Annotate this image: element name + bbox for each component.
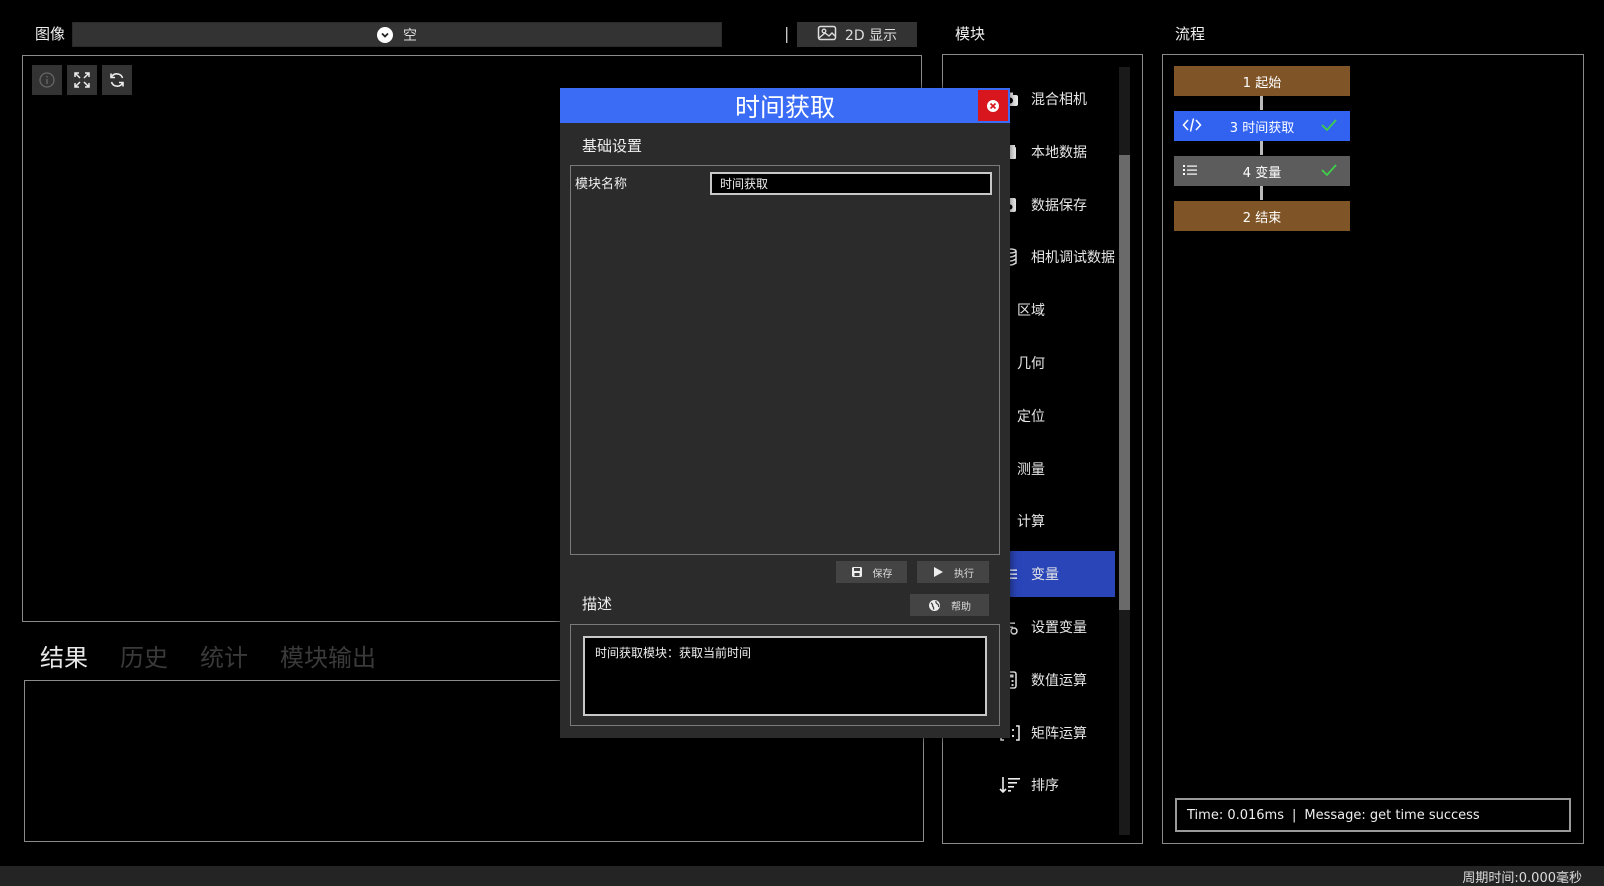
expand-icon — [74, 72, 90, 88]
flow-node-label: 3 时间获取 — [1229, 120, 1295, 136]
module-name-input[interactable]: 时间获取 — [710, 172, 992, 195]
code-icon — [1182, 117, 1202, 137]
tab-result[interactable]: 结果 — [40, 638, 88, 673]
flow-node-label: 4 变量 — [1242, 165, 1282, 181]
module-item-label: 数据保存 — [1031, 197, 1087, 214]
description-box: 时间获取模块：获取当前时间 — [570, 624, 1000, 726]
close-icon — [987, 99, 999, 112]
help-label: 帮助 — [951, 601, 971, 613]
status-separator: | — [1291, 807, 1297, 823]
info-button[interactable] — [32, 65, 62, 95]
module-item-label: 相机调试数据 — [1031, 250, 1115, 267]
info-icon — [39, 72, 55, 88]
module-item-label: 混合相机 — [1031, 92, 1087, 108]
play-icon — [934, 567, 943, 577]
save-label: 保存 — [872, 568, 893, 580]
fullscreen-button[interactable] — [67, 65, 97, 95]
save-icon — [851, 567, 862, 577]
module-item-label: 排序 — [1031, 778, 1059, 795]
basic-settings-title: 基础设置 — [582, 137, 643, 155]
refresh-icon — [110, 73, 124, 87]
chevron-down-icon — [377, 26, 393, 43]
list-icon — [1182, 162, 1198, 182]
toolbar-separator: | — [784, 24, 790, 43]
image-panel-title: 图像 — [35, 25, 66, 43]
check-icon — [1320, 117, 1338, 137]
footer-bar: 周期时间:0.000毫秒 — [0, 866, 1604, 886]
module-name-label: 模块名称 — [575, 177, 628, 192]
module-scrollbar-track[interactable] — [1119, 67, 1130, 835]
flow-node-start[interactable]: 1 起始 — [1174, 66, 1350, 96]
module-item-label: 区域 — [1017, 303, 1045, 320]
flow-connector — [1260, 96, 1263, 110]
help-button[interactable]: 帮助 — [910, 594, 989, 616]
flow-title: 流程 — [1175, 25, 1206, 43]
module-item-label: 测量 — [1017, 461, 1045, 478]
flow-connector — [1260, 186, 1263, 200]
flow-node-time-get[interactable]: 3 时间获取 — [1174, 111, 1350, 141]
image-source-value: 空 — [403, 27, 417, 44]
module-item-label: 矩阵运算 — [1031, 725, 1087, 742]
module-item-label: 计算 — [1017, 514, 1045, 531]
flow-connector — [1260, 141, 1263, 155]
flow-status-bar: Time: 0.016ms | Message: get time succes… — [1175, 798, 1571, 832]
module-name-value: 时间获取 — [720, 177, 769, 191]
module-item-label: 设置变量 — [1031, 620, 1087, 636]
description-text: 时间获取模块：获取当前时间 — [595, 646, 752, 660]
execute-label: 执行 — [954, 568, 974, 580]
module-item-label: 定位 — [1017, 408, 1045, 425]
check-icon — [1320, 162, 1338, 182]
result-tabs: 结果 历史 统计 模块输出 — [40, 638, 376, 673]
flow-node-variable[interactable]: 4 变量 — [1174, 156, 1350, 186]
description-title: 描述 — [582, 595, 613, 613]
flow-node-label: 2 结束 — [1242, 210, 1282, 226]
modules-title: 模块 — [955, 25, 986, 43]
tab-history[interactable]: 历史 — [120, 638, 168, 673]
refresh-button[interactable] — [102, 65, 132, 95]
tab-module-output[interactable]: 模块输出 — [280, 638, 376, 673]
module-item[interactable]: 排序 — [943, 762, 1115, 808]
module-item-label: 本地数据 — [1031, 144, 1087, 161]
tab-statistics[interactable]: 统计 — [200, 638, 248, 673]
display-2d-label: 2D 显示 — [844, 27, 898, 44]
module-item-label: 几何 — [1017, 356, 1045, 372]
module-item-label: 数值运算 — [1031, 672, 1087, 689]
module-scrollbar-thumb[interactable] — [1119, 155, 1130, 610]
close-button[interactable] — [978, 90, 1008, 121]
cycle-time: 周期时间:0.000毫秒 — [1462, 871, 1582, 886]
image-source-dropdown[interactable]: 空 — [72, 22, 722, 47]
flow-node-end[interactable]: 2 结束 — [1174, 201, 1350, 231]
settings-box: 模块名称 时间获取 — [570, 165, 1000, 555]
dialog-title: 时间获取 — [734, 92, 835, 122]
status-time: Time: 0.016ms — [1187, 807, 1284, 823]
time-get-dialog: 时间获取 基础设置 模块名称 时间获取 保存 执行 描述 帮助 时间获取模块：获… — [560, 88, 1010, 738]
sort-icon — [999, 776, 1021, 794]
description-textarea[interactable]: 时间获取模块：获取当前时间 — [583, 636, 987, 716]
image-icon — [817, 25, 837, 45]
display-2d-button[interactable]: 2D 显示 — [797, 22, 917, 47]
status-message: Message: get time success — [1304, 807, 1480, 823]
globe-icon — [929, 599, 940, 611]
save-button[interactable]: 保存 — [836, 561, 907, 583]
module-item-label: 变量 — [1031, 567, 1059, 584]
execute-button[interactable]: 执行 — [917, 561, 989, 583]
flow-node-label: 1 起始 — [1242, 75, 1282, 91]
dialog-title-bar[interactable]: 时间获取 — [560, 88, 1010, 123]
